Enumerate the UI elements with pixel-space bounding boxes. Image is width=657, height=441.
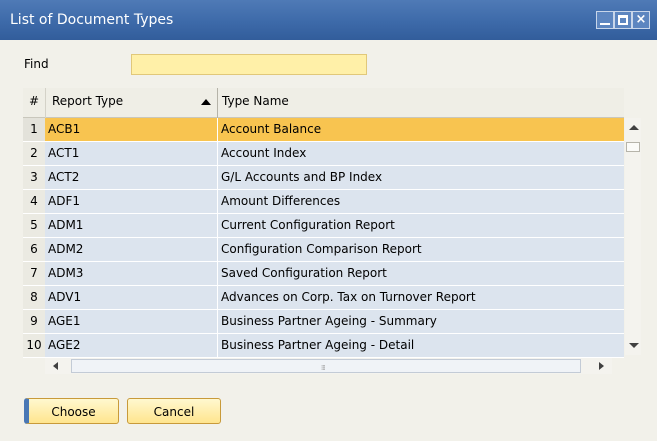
row-number: 8 (23, 286, 45, 309)
report-type-cell[interactable]: ADM2 (45, 238, 217, 261)
find-input[interactable] (131, 54, 367, 75)
column-header-report-type-label: Report Type (52, 94, 124, 108)
column-header-report-type[interactable]: Report Type (45, 88, 217, 118)
type-name-cell[interactable]: Account Balance (217, 118, 624, 141)
type-name-cell[interactable]: Current Configuration Report (217, 214, 624, 237)
table-row[interactable]: 7 ADM3 Saved Configuration Report (23, 262, 624, 286)
table-row[interactable]: 6 ADM2 Configuration Comparison Report (23, 238, 624, 262)
column-header-type-name[interactable]: Type Name (217, 88, 624, 118)
report-type-cell[interactable]: ACB1 (45, 118, 217, 141)
minimize-button[interactable] (596, 11, 614, 29)
type-name-cell[interactable]: Business Partner Ageing - Summary (217, 310, 624, 333)
table-row[interactable]: 4 ADF1 Amount Differences (23, 190, 624, 214)
table-row[interactable]: 5 ADM1 Current Configuration Report (23, 214, 624, 238)
row-number: 7 (23, 262, 45, 285)
scroll-right-icon[interactable] (599, 362, 604, 370)
row-number: 6 (23, 238, 45, 261)
choose-button[interactable]: Choose (24, 398, 119, 424)
type-name-cell[interactable]: Configuration Comparison Report (217, 238, 624, 261)
horizontal-scrollbar[interactable]: ⁞⁞⁞ (45, 358, 612, 374)
table-body: 1 ACB1 Account Balance 2 ACT1 Account Index 3 A… (23, 118, 624, 358)
table-header: # Report Type Type Name (23, 88, 624, 118)
cancel-button[interactable]: Cancel (127, 398, 221, 424)
report-type-cell[interactable]: AGE1 (45, 310, 217, 333)
row-number: 9 (23, 310, 45, 333)
row-number: 2 (23, 142, 45, 165)
report-type-cell[interactable]: ACT2 (45, 166, 217, 189)
type-name-cell[interactable]: Account Index (217, 142, 624, 165)
find-label: Find (24, 57, 49, 71)
scroll-up-icon[interactable] (629, 125, 639, 130)
table-row[interactable]: 1 ACB1 Account Balance (23, 118, 624, 142)
dialog-window: List of Document Types × Find # Report T… (0, 0, 657, 441)
table-row[interactable]: 2 ACT1 Account Index (23, 142, 624, 166)
row-number: 5 (23, 214, 45, 237)
table-row[interactable]: 10 AGE2 Business Partner Ageing - Detail (23, 334, 624, 358)
maximize-icon (618, 15, 628, 25)
type-name-cell[interactable]: G/L Accounts and BP Index (217, 166, 624, 189)
vertical-scrollbar[interactable] (625, 118, 641, 355)
window-title: List of Document Types (10, 12, 174, 28)
row-number: 4 (23, 190, 45, 213)
horizontal-scroll-thumb[interactable]: ⁞⁞⁞ (71, 359, 581, 373)
row-number: 1 (23, 118, 45, 141)
minimize-icon (600, 23, 610, 25)
report-type-cell[interactable]: ADM1 (45, 214, 217, 237)
report-type-cell[interactable]: ADM3 (45, 262, 217, 285)
column-header-number[interactable]: # (23, 88, 45, 118)
close-button[interactable]: × (632, 11, 650, 29)
maximize-button[interactable] (614, 11, 632, 29)
report-type-cell[interactable]: AGE2 (45, 334, 217, 357)
report-type-cell[interactable]: ACT1 (45, 142, 217, 165)
row-number: 10 (23, 334, 45, 357)
sort-ascending-icon (201, 99, 211, 105)
type-name-cell[interactable]: Business Partner Ageing - Detail (217, 334, 624, 357)
type-name-cell[interactable]: Amount Differences (217, 190, 624, 213)
vertical-scroll-thumb[interactable] (626, 142, 640, 152)
scroll-down-icon[interactable] (629, 343, 639, 348)
close-icon: × (635, 12, 647, 27)
report-type-cell[interactable]: ADF1 (45, 190, 217, 213)
table-row[interactable]: 9 AGE1 Business Partner Ageing - Summary (23, 310, 624, 334)
table-row[interactable]: 3 ACT2 G/L Accounts and BP Index (23, 166, 624, 190)
report-type-cell[interactable]: ADV1 (45, 286, 217, 309)
grip-icon: ⁞⁞⁞ (321, 364, 326, 372)
table-row[interactable]: 8 ADV1 Advances on Corp. Tax on Turnover R… (23, 286, 624, 310)
row-number: 3 (23, 166, 45, 189)
type-name-cell[interactable]: Advances on Corp. Tax on Turnover Report (217, 286, 624, 309)
type-name-cell[interactable]: Saved Configuration Report (217, 262, 624, 285)
scroll-left-icon[interactable] (53, 362, 58, 370)
title-bar[interactable]: List of Document Types × (0, 0, 657, 40)
